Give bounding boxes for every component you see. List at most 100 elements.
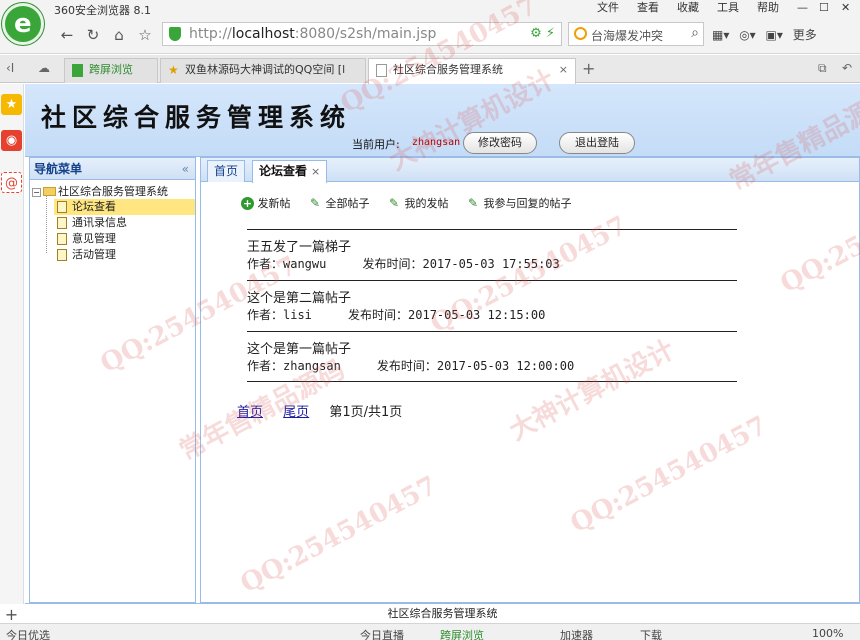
post-title[interactable]: 这个是第一篇帖子 (247, 342, 737, 358)
content-tabbar: 首页 论坛查看 × (201, 158, 859, 183)
status-live[interactable]: 今日直播 (360, 627, 404, 640)
collapse-icon[interactable]: « (182, 158, 189, 180)
nav-panel-header: 导航菜单 « (30, 158, 195, 180)
mail-icon[interactable]: @ (1, 172, 22, 193)
maximize-icon[interactable]: ☐ (810, 1, 832, 15)
change-password-button[interactable]: 修改密码 (463, 132, 537, 154)
browser-tab-qq-space[interactable]: ★ 双鱼林源码大神调试的QQ空间 [l (160, 58, 366, 83)
system-title: 社区综合服务管理系统 (41, 103, 352, 132)
web-page: 社区综合服务管理系统 当前用户: zhangsan 修改密码 退出登陆 导航菜单… (25, 84, 860, 604)
post-title[interactable]: 王五发了一篇梯子 (247, 240, 737, 256)
browser-tab-cross-screen[interactable]: 跨屏浏览 (64, 58, 158, 83)
status-downloads[interactable]: 下载 (640, 627, 662, 640)
undo-close-icon[interactable]: ↶ (842, 61, 852, 75)
phone-icon (72, 64, 83, 77)
tab-scroll-left-icon[interactable]: ‹I (6, 61, 14, 75)
menu-favorites[interactable]: 收藏 (668, 1, 708, 15)
tree-root[interactable]: − 社区综合服务管理系统 (32, 183, 168, 199)
browser-menu: 文件 查看 收藏 工具 帮助 — ☐ ✕ (588, 1, 854, 15)
content-panel: 首页 论坛查看 × + 发新帖 ✎ 全部帖子 ✎ 我的发帖 ✎ 我参与回复的帖子 … (200, 157, 860, 603)
weibo-icon[interactable]: ◉ (1, 130, 22, 151)
add-sidebar-icon[interactable]: + (1, 604, 22, 625)
search-icon[interactable]: ⌕ (691, 25, 699, 41)
star-icon: ★ (168, 63, 179, 77)
tree-expander-icon[interactable]: − (32, 188, 41, 197)
apps-grid-icon[interactable]: ▦▾ (712, 28, 729, 42)
close-tab-icon[interactable]: × (311, 165, 320, 178)
post-meta: 作者：lisi 发布时间：2017-05-03 12:15:00 (247, 308, 546, 322)
pencil-icon: ✎ (310, 196, 321, 210)
browser-app-title: 360安全浏览器 8.1 (54, 4, 151, 17)
new-tab-icon[interactable]: + (582, 59, 595, 78)
page-header: 社区综合服务管理系统 当前用户: zhangsan 修改密码 退出登陆 (25, 84, 860, 157)
browser-tab-community[interactable]: 社区综合服务管理系统 × (368, 58, 576, 84)
tab-home[interactable]: 首页 (207, 160, 246, 182)
search-engine-icon (574, 27, 587, 40)
tree-root-label: 社区综合服务管理系统 (58, 185, 168, 198)
cloud-icon[interactable]: ☁ (38, 61, 50, 75)
url-bar[interactable]: http://localhost:8080/s2sh/main.jsp ⚙ ⚡ (162, 22, 562, 46)
favorites-star-icon[interactable]: ★ (1, 94, 22, 115)
all-posts-button[interactable]: ✎ 全部帖子 (310, 195, 370, 211)
search-suggestion[interactable]: 台海爆发冲突 (591, 27, 681, 44)
menu-help[interactable]: 帮助 (748, 1, 788, 15)
refresh-icon[interactable]: ↻ (82, 24, 104, 46)
pencil-icon: ✎ (389, 196, 400, 210)
home-icon[interactable]: ⌂ (108, 24, 130, 46)
tab-forum[interactable]: 论坛查看 × (252, 160, 328, 183)
list-item[interactable]: 这个是第一篇帖子 作者：zhangsan 发布时间：2017-05-03 12:… (247, 331, 737, 382)
list-item[interactable]: 这个是第二篇帖子 作者：lisi 发布时间：2017-05-03 12:15:0… (247, 280, 737, 331)
current-user-label: 当前用户: (352, 138, 400, 151)
logout-button[interactable]: 退出登陆 (559, 132, 635, 154)
last-page-link[interactable]: 尾页 (283, 405, 309, 420)
restore-tabs-icon[interactable]: ⧉ (818, 61, 827, 76)
menu-view[interactable]: 查看 (628, 1, 668, 15)
add-icon: + (241, 197, 254, 210)
browser-right-tools: ▦▾ ◎▾ ▣▾ 更多 (712, 26, 823, 43)
list-item[interactable]: 王五发了一篇梯子 作者：wangwu 发布时间：2017-05-03 17:55… (247, 229, 737, 280)
tree-item-activities[interactable]: 活动管理 (54, 247, 195, 263)
page-icon (376, 64, 387, 77)
file-icon (57, 233, 67, 245)
post-title[interactable]: 这个是第二篇帖子 (247, 291, 737, 307)
folder-icon (43, 187, 56, 196)
browser-statusbar: 今日优选 今日直播 跨屏浏览 加速器 下载 100% (0, 623, 860, 640)
first-page-link[interactable]: 首页 (237, 405, 263, 420)
file-icon (57, 217, 67, 229)
menu-tools[interactable]: 工具 (708, 1, 748, 15)
security-icon[interactable]: ◎▾ (739, 28, 756, 42)
status-zoom[interactable]: 100% (812, 627, 843, 640)
tree-connector (46, 196, 47, 253)
minimize-icon[interactable]: — (788, 1, 810, 15)
tree-item-contacts[interactable]: 通讯录信息 (54, 215, 195, 231)
tree-item-feedback[interactable]: 意见管理 (54, 231, 195, 247)
browser-tabbar: ‹I ☁ 跨屏浏览 ★ 双鱼林源码大神调试的QQ空间 [l 社区综合服务管理系统… (0, 55, 860, 84)
file-icon (57, 201, 67, 213)
nav-panel: 导航菜单 « − 社区综合服务管理系统 论坛查看 通讯录信息 意见管理 活动管理 (29, 157, 196, 603)
back-arrow-icon[interactable]: ← (56, 24, 78, 46)
new-post-button[interactable]: + 发新帖 (241, 195, 291, 211)
bookmark-star-icon[interactable]: ☆ (134, 24, 156, 46)
current-user-name: zhangsan (412, 137, 461, 148)
url-actions-icon[interactable]: ⚙ ⚡ (530, 26, 555, 41)
translate-icon[interactable]: ▣▾ (766, 28, 783, 42)
page-info: 第1页/共1页 (329, 405, 403, 420)
my-posts-button[interactable]: ✎ 我的发帖 (389, 195, 449, 211)
menu-file[interactable]: 文件 (588, 1, 628, 15)
my-replies-button[interactable]: ✎ 我参与回复的帖子 (468, 195, 572, 211)
browser-sidebar: ★ ◉ @ + (0, 84, 24, 624)
browser-search-box[interactable]: 台海爆发冲突 ⌕ (568, 22, 704, 46)
url-text[interactable]: http://localhost:8080/s2sh/main.jsp (189, 26, 436, 42)
security-shield-icon (169, 27, 181, 41)
status-today-picks[interactable]: 今日优选 (6, 627, 50, 640)
close-tab-icon[interactable]: × (559, 59, 568, 81)
browser-logo: e (2, 3, 44, 45)
close-window-icon[interactable]: ✕ (832, 1, 854, 15)
nav-panel-title: 导航菜单 (34, 162, 83, 176)
more-menu[interactable]: 更多 (793, 28, 817, 42)
status-accelerator[interactable]: 加速器 (560, 627, 593, 640)
address-toolbar: ← ↻ ⌂ ☆ http://localhost:8080/s2sh/main.… (0, 18, 860, 54)
status-cross-screen[interactable]: 跨屏浏览 (440, 627, 484, 640)
tree-item-forum[interactable]: 论坛查看 (54, 199, 195, 215)
post-list: 王五发了一篇梯子 作者：wangwu 发布时间：2017-05-03 17:55… (247, 229, 737, 382)
